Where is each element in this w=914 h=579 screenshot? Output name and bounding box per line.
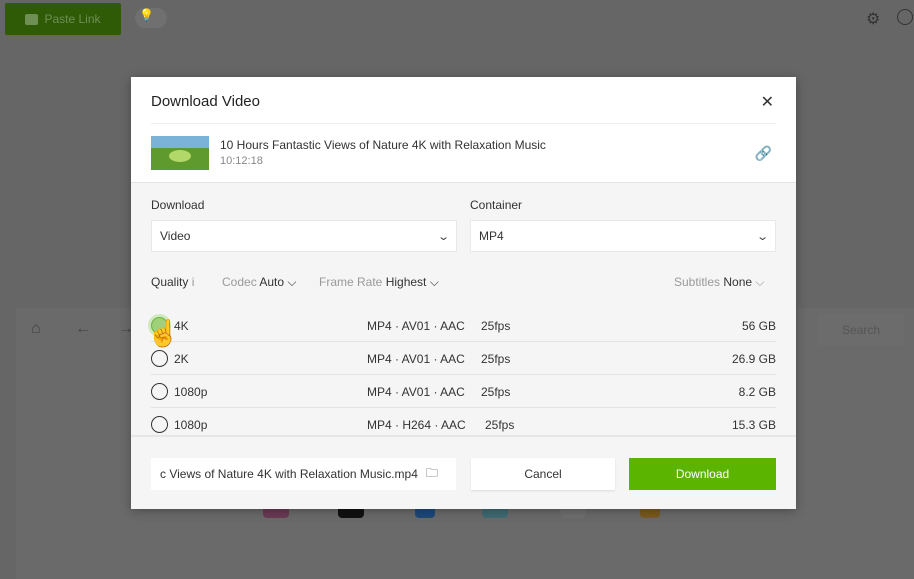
account-icon[interactable] — [897, 9, 913, 25]
radio-button[interactable] — [151, 383, 168, 400]
quality-row[interactable]: 4K MP4 · AV01 · AAC 25fps 56 GB — [151, 309, 776, 342]
filename-field[interactable]: c Views of Nature 4K with Relaxation Mus… — [151, 458, 456, 490]
folder-icon[interactable]: 🗀 — [426, 464, 438, 485]
radio-button[interactable] — [151, 350, 168, 367]
quality-row[interactable]: 1080p MP4 · AV01 · AAC 25fps 8.2 GB — [151, 375, 776, 408]
download-button[interactable]: Download — [629, 458, 776, 490]
info-icon: i — [191, 275, 195, 289]
video-duration: 10:12:18 — [220, 155, 263, 167]
container-label: Container — [470, 198, 523, 212]
quality-list[interactable]: 4K MP4 · AV01 · AAC 25fps 56 GB 2K MP4 · AV0… — [131, 309, 796, 435]
download-dialog: Download Video ✕ 10 Hours Fantastic View… — [131, 77, 796, 509]
search-button[interactable]: Search — [818, 314, 904, 346]
gear-icon[interactable]: ⚙ — [866, 9, 880, 29]
codec-select[interactable]: Codec Auto ⌵ — [222, 275, 297, 290]
container-select[interactable]: MP4 ⌄ — [470, 220, 776, 252]
youtube-icon — [25, 13, 39, 25]
quality-label: Quality i — [151, 275, 195, 289]
radio-button[interactable] — [151, 416, 168, 433]
chevron-down-icon: ⌵ — [755, 275, 765, 289]
chevron-down-icon: ⌵ — [287, 275, 297, 289]
chevron-down-icon: ⌄ — [755, 230, 769, 243]
lightbulb-toggle[interactable]: 💡 — [135, 8, 167, 28]
download-label: Download — [151, 198, 205, 212]
back-icon[interactable]: ← — [75, 320, 91, 338]
framerate-select[interactable]: Frame Rate Highest ⌵ — [319, 275, 439, 290]
chevron-down-icon: ⌵ — [429, 275, 439, 289]
paste-link-button[interactable]: Paste Link — [5, 3, 121, 35]
close-icon[interactable]: ✕ — [761, 92, 774, 112]
subtitles-select[interactable]: Subtitles None ⌵ — [674, 275, 765, 290]
quality-row[interactable]: 2K MP4 · AV01 · AAC 25fps 26.9 GB — [151, 342, 776, 375]
link-icon[interactable]: 🔗 — [755, 145, 772, 162]
home-icon[interactable]: ⌂ — [31, 320, 41, 338]
quality-row[interactable]: 1080p MP4 · H264 · AAC 25fps 15.3 GB — [151, 408, 776, 435]
dialog-title: Download Video — [151, 93, 260, 110]
video-thumbnail — [151, 136, 209, 170]
video-title: 10 Hours Fantastic Views of Nature 4K wi… — [220, 138, 546, 152]
cancel-button[interactable]: Cancel — [471, 458, 615, 490]
download-type-select[interactable]: Video ⌄ — [151, 220, 457, 252]
chevron-down-icon: ⌄ — [436, 230, 450, 243]
hand-cursor-icon: ☝ — [147, 318, 180, 348]
